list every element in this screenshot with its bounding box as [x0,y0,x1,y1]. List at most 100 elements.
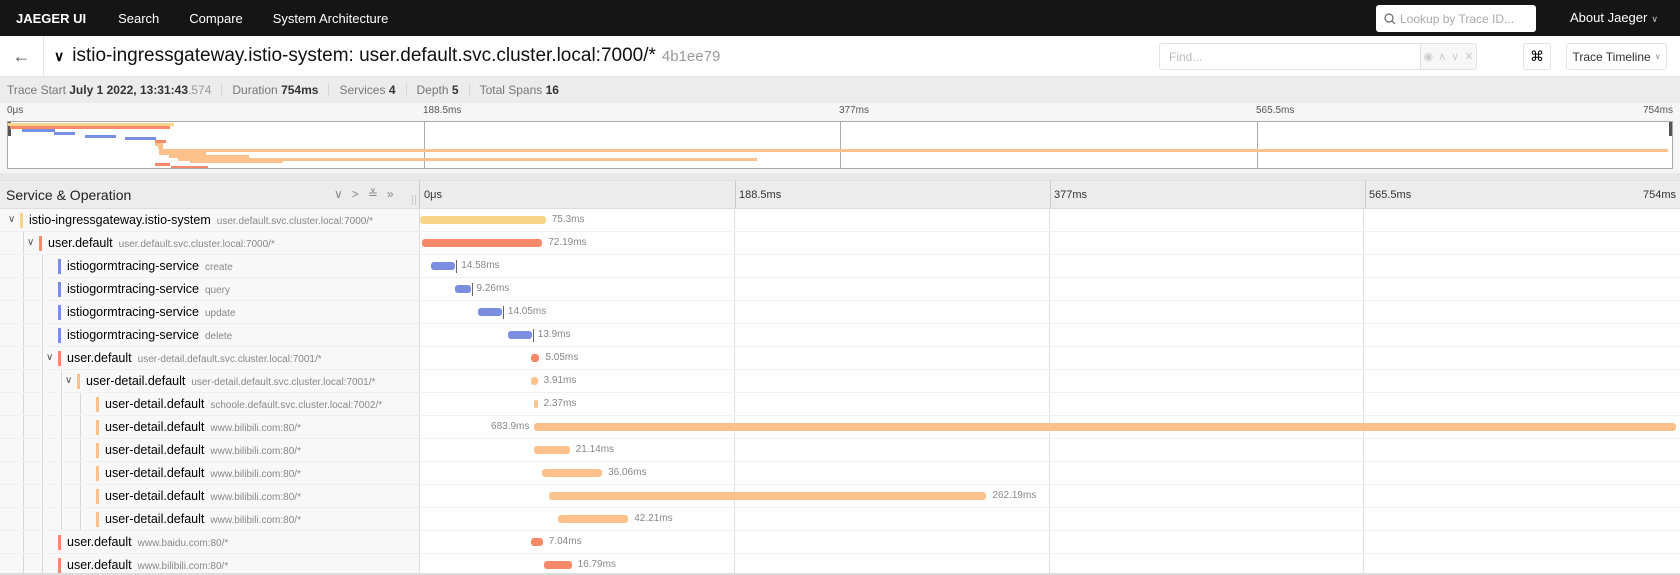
span-duration: 3.91ms [543,375,577,386]
span-name-cell[interactable]: ∨ user.default user-detail.default.svc.clu… [0,347,420,369]
span-timeline-cell[interactable]: 2.37ms [420,393,1680,415]
collapse-all-icon[interactable]: ≚ [368,187,378,201]
about-jaeger-menu[interactable]: About Jaeger ∨ [1570,10,1658,25]
span-name-cell[interactable]: user-detail.default www.bilibili.com:80/* [0,508,420,530]
span-name-cell[interactable]: istiogormtracing-service delete [0,324,420,346]
span-timeline-cell[interactable]: 7.04ms [420,531,1680,553]
trace-minimap[interactable]: 0μs 188.5ms 377ms 565.5ms 754ms [0,103,1680,173]
trace-id-input[interactable] [1400,11,1530,26]
span-timeline-cell[interactable]: 21.14ms [420,439,1680,461]
collapse-one-icon[interactable]: ∨ [334,187,343,201]
brand-logo[interactable]: JAEGER UI [16,11,86,26]
span-timeline-cell[interactable]: 5.05ms [420,347,1680,369]
span-bar[interactable] [548,492,987,500]
timeline-header: Service & Operation ∨ > ≚ » 0μs 188.5ms … [0,180,1680,209]
span-bar[interactable] [534,423,1677,431]
collapse-trace-icon[interactable]: ∨ [54,48,64,65]
back-button[interactable]: ← [0,35,44,77]
span-bar[interactable] [455,285,471,293]
span-bar[interactable] [508,331,532,339]
span-timeline-cell[interactable]: 36.06ms [420,462,1680,484]
span-name-cell[interactable]: user.default www.bilibili.com:80/* [0,554,420,575]
span-timeline-cell[interactable]: 683.9ms [420,416,1680,438]
span-bar[interactable] [531,354,540,362]
span-bar[interactable] [421,239,543,247]
span-name-cell[interactable]: user-detail.default www.bilibili.com:80/* [0,416,420,438]
locate-icon[interactable]: ◉ [1424,50,1434,63]
span-bar[interactable] [531,377,538,385]
span-name-cell[interactable]: user-detail.default www.bilibili.com:80/* [0,439,420,461]
column-resizer[interactable] [412,195,416,205]
span-name-cell[interactable]: ∨ user-detail.default user-detail.default.… [0,370,420,392]
span-timeline-cell[interactable]: 14.58ms [420,255,1680,277]
span-name-cell[interactable]: user-detail.default www.bilibili.com:80/* [0,462,420,484]
nav-system-architecture[interactable]: System Architecture [273,11,389,26]
span-bar[interactable] [543,561,572,569]
timeline-gridline [734,370,735,392]
minimap-canvas[interactable] [7,121,1673,169]
span-row[interactable]: user-detail.default www.bilibili.com:80/*… [0,462,1680,485]
span-timeline-cell[interactable]: 75.3ms [420,209,1680,231]
span-row[interactable]: user-detail.default schoole.default.svc.c… [0,393,1680,416]
span-row[interactable]: ∨ user.default user-detail.default.svc.clu… [0,347,1680,370]
span-row[interactable]: istiogormtracing-service delete 13.9ms [0,324,1680,347]
span-row[interactable]: user-detail.default www.bilibili.com:80/*… [0,508,1680,531]
span-row[interactable]: user.default www.baidu.com:80/* 7.04ms [0,531,1680,554]
nav-compare[interactable]: Compare [189,11,242,26]
span-name-cell[interactable]: istiogormtracing-service create [0,255,420,277]
span-row[interactable]: user.default www.bilibili.com:80/* 16.79ms [0,554,1680,575]
span-row[interactable]: istiogormtracing-service update 14.05ms [0,301,1680,324]
clear-search-icon[interactable]: ✕ [1464,50,1473,63]
span-timeline-cell[interactable]: 42.21ms [420,508,1680,530]
span-bar[interactable] [534,446,570,454]
tree-guide [42,393,43,415]
span-name-cell[interactable]: istiogormtracing-service query [0,278,420,300]
span-row[interactable]: istiogormtracing-service create 14.58ms [0,255,1680,278]
nav-search[interactable]: Search [118,11,159,26]
timeline-gridline [734,554,735,575]
expand-all-icon[interactable]: » [387,187,394,201]
span-timeline-cell[interactable]: 262.19ms [420,485,1680,507]
tree-guide [61,416,62,438]
span-timeline-cell[interactable]: 16.79ms [420,554,1680,575]
span-timeline-cell[interactable]: 14.05ms [420,301,1680,323]
span-timeline-cell[interactable]: 9.26ms [420,278,1680,300]
collapse-span-icon[interactable]: ∨ [65,375,72,386]
minimap-right-handle[interactable] [1669,122,1672,136]
span-bar[interactable] [430,262,456,270]
span-bar[interactable] [420,216,546,224]
prev-match-icon[interactable]: ∧ [1438,50,1446,63]
span-name-cell[interactable]: user-detail.default schoole.default.svc.c… [0,393,420,415]
view-mode-select[interactable]: Trace Timeline ∨ [1566,43,1667,70]
find-input[interactable] [1160,44,1421,69]
span-timeline-cell[interactable]: 3.91ms [420,370,1680,392]
span-bar[interactable] [478,308,502,316]
span-bar[interactable] [531,538,543,546]
span-row[interactable]: ∨ istio-ingressgateway.istio-system user.d… [0,209,1680,232]
span-timeline-cell[interactable]: 72.19ms [420,232,1680,254]
span-row[interactable]: user-detail.default www.bilibili.com:80/*… [0,485,1680,508]
span-row[interactable]: user-detail.default www.bilibili.com:80/*… [0,416,1680,439]
keyboard-shortcuts-button[interactable]: ⌘ [1523,43,1551,70]
span-row[interactable]: ∨ user-detail.default user-detail.default.… [0,370,1680,393]
collapse-span-icon[interactable]: ∨ [8,214,15,225]
span-name-cell[interactable]: ∨ istio-ingressgateway.istio-system user.d… [0,209,420,231]
next-match-icon[interactable]: ∨ [1451,50,1459,63]
span-bar[interactable] [533,400,538,408]
span-name-cell[interactable]: user.default www.baidu.com:80/* [0,531,420,553]
span-row[interactable]: user-detail.default www.bilibili.com:80/*… [0,439,1680,462]
expand-one-icon[interactable]: > [352,187,359,201]
span-name-cell[interactable]: istiogormtracing-service update [0,301,420,323]
chevron-down-icon: ∨ [1654,52,1661,61]
span-row[interactable]: ∨ user.default user.default.svc.cluster.lo… [0,232,1680,255]
span-bar[interactable] [541,469,603,477]
service-name: user-detail.default [105,397,205,411]
collapse-span-icon[interactable]: ∨ [46,352,53,363]
span-timeline-cell[interactable]: 13.9ms [420,324,1680,346]
span-name-cell[interactable]: user-detail.default www.bilibili.com:80/* [0,485,420,507]
span-name-cell[interactable]: ∨ user.default user.default.svc.cluster.lo… [0,232,420,254]
span-row[interactable]: istiogormtracing-service query 9.26ms [0,278,1680,301]
collapse-span-icon[interactable]: ∨ [27,237,34,248]
span-bar[interactable] [557,515,629,523]
service-color-marker [96,489,99,504]
